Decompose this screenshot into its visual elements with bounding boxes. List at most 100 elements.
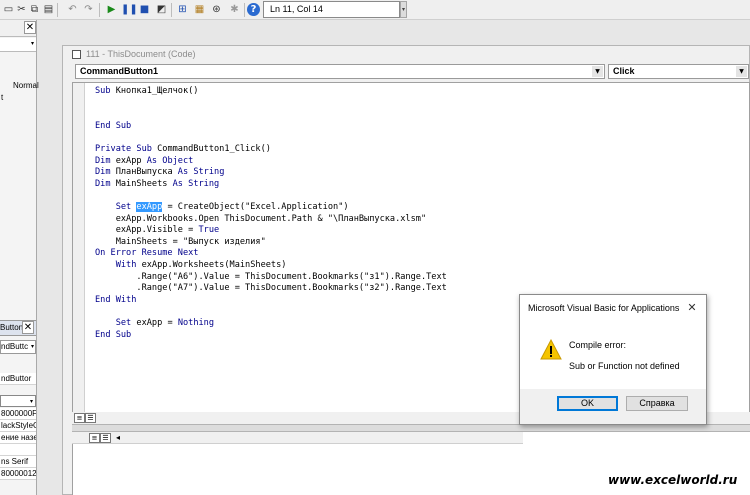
chevron-down-icon: ▾ (30, 341, 34, 353)
pause-icon[interactable]: ❚❚ (121, 3, 138, 16)
left-docked-panels: ✕ ▾ Normal t Button ✕ ndButtc ▾ ndButtor… (0, 20, 39, 495)
keyword-token: Dim (95, 167, 116, 178)
object-browser-icon[interactable]: ⊛ (210, 3, 223, 16)
keyword-token: As Object (146, 155, 194, 166)
property-row[interactable] (0, 444, 36, 456)
property-row[interactable]: 8000000F (0, 408, 36, 420)
code-token: = CreateObject("Excel.Application") (162, 202, 349, 212)
properties-object-combo[interactable]: ndButtc ▾ (0, 340, 36, 354)
ok-button[interactable]: OK (557, 396, 618, 411)
keyword-token: End Sub (95, 329, 132, 340)
keyword-token: As String (172, 178, 220, 189)
tree-item-normal[interactable]: Normal (13, 81, 48, 90)
code-line[interactable]: .Range("A7").Value = ThisDocument.Bookma… (95, 282, 447, 294)
property-row[interactable]: lackStyleC (0, 420, 36, 432)
run-icon[interactable]: ▶ (105, 3, 118, 16)
code-line[interactable]: .Range("A6").Value = ThisDocument.Bookma… (95, 271, 447, 283)
full-module-view-icon[interactable]: ☰ (85, 413, 96, 423)
code-line[interactable]: Dim exApp As Object (95, 155, 193, 167)
code-line[interactable]: End Sub (95, 329, 131, 341)
code-line[interactable]: With exApp.Worksheets(MainSheets) (95, 259, 287, 271)
undo-icon[interactable]: ↶ (66, 3, 79, 16)
margin-indicator-bar[interactable] (73, 83, 85, 418)
code-window: 111 - ThisDocument (Code) CommandButton1… (62, 45, 750, 495)
cut-icon[interactable]: ✂ (15, 3, 28, 16)
toolbox-icon[interactable]: ✱ (228, 3, 241, 16)
code-line[interactable]: exApp.Workbooks.Open ThisDocument.Path &… (95, 213, 426, 225)
code-line[interactable]: Dim MainSheets As String (95, 178, 219, 190)
chevron-down-icon: ▼ (592, 66, 603, 77)
procedure-combo-value: Click (613, 66, 635, 76)
code-line[interactable]: On Error Resume Next (95, 247, 198, 259)
selected-token: exApp (136, 202, 163, 212)
project-explorer-icon[interactable]: ⊞ (176, 3, 189, 16)
code-line[interactable]: Set exApp = CreateObject("Excel.Applicat… (95, 201, 349, 213)
keyword-token: On Error Resume Next (95, 248, 199, 259)
procedure-view-icon[interactable]: ≡ (89, 433, 100, 443)
help-button[interactable]: Справка (626, 396, 688, 411)
code-line[interactable]: Dim ПланВыпуска As String (95, 166, 224, 178)
code-window-title: 111 - ThisDocument (Code) (86, 49, 196, 59)
chevron-down-icon: ▾ (29, 398, 33, 405)
code-line[interactable]: MainSheets = "Выпуск изделия" (95, 236, 266, 248)
full-module-view-icon[interactable]: ☰ (100, 433, 111, 443)
keyword-token: With (95, 260, 142, 270)
project-panel-close-icon[interactable]: ✕ (24, 21, 36, 34)
property-row[interactable]: ns Serif (0, 456, 36, 468)
help-icon[interactable]: ? (247, 3, 260, 16)
design-mode-icon[interactable]: ◩ (155, 3, 168, 16)
code-token: .Range("A6").Value = ThisDocument.Bookma… (95, 271, 447, 282)
dialog-message-detail: Sub or Function not defined (569, 361, 680, 371)
project-panel-dropdown-icon[interactable]: ▾ (31, 40, 34, 47)
tree-item-partial[interactable]: t (1, 93, 36, 102)
redo-icon[interactable]: ↷ (82, 3, 95, 16)
keyword-token: Sub (95, 86, 116, 96)
procedure-view-icon[interactable]: ≡ (74, 413, 85, 423)
standard-toolbar: ▭ ✂ ⧉ ▤ ↶ ↷ ▶ ❚❚ ■ ◩ ⊞ ▦ ⊛ ✱ ? Ln 11, Co… (0, 0, 750, 20)
horizontal-scrollbar[interactable]: ≡ ☰ ◂ (72, 432, 523, 444)
keyword-token: End Sub (95, 120, 132, 131)
property-row[interactable]: 80000012 (0, 468, 36, 480)
scroll-left-icon[interactable]: ◂ (116, 432, 120, 444)
code-line[interactable]: End With (95, 294, 136, 306)
code-token: exApp.Worksheets(MainSheets) (141, 260, 287, 270)
keyword-token: As String (177, 167, 225, 178)
cursor-position-status: Ln 11, Col 14 (263, 1, 400, 18)
toolbar-separator (171, 3, 172, 17)
keyword-token: Private Sub (95, 144, 158, 154)
project-panel-toolbar: ▾ (0, 38, 36, 52)
code-line[interactable]: Set exApp = Nothing (95, 317, 214, 329)
code-token: exApp = (136, 318, 178, 328)
toolbar-separator (57, 3, 58, 17)
code-token: MainSheets (115, 178, 173, 189)
object-combo[interactable]: CommandButton1 ▼ (75, 64, 605, 79)
procedure-combo[interactable]: Click ▼ (608, 64, 749, 79)
property-row-dropdown[interactable]: ▾ (0, 395, 36, 407)
properties-panel-close-icon[interactable]: ✕ (22, 321, 34, 334)
paste-icon[interactable]: ▤ (42, 3, 55, 16)
code-token: exApp.Visible = (95, 225, 199, 236)
code-token: .Range("A7").Value = ThisDocument.Bookma… (95, 283, 447, 294)
toolbar-overflow-chevron-icon[interactable]: ▾ (400, 1, 407, 18)
keyword-token: True (198, 225, 220, 236)
code-line[interactable]: exApp.Visible = True (95, 224, 220, 236)
close-icon[interactable]: ✕ (686, 302, 698, 314)
toolbar-separator (244, 3, 245, 17)
property-row[interactable]: ение назе (0, 432, 36, 444)
save-icon[interactable]: ▭ (2, 3, 15, 16)
object-combo-value: CommandButton1 (80, 66, 158, 76)
dialog-footer: OK Справка (520, 389, 706, 424)
keyword-token: Nothing (177, 318, 215, 328)
window-splitter[interactable] (72, 424, 750, 432)
keyword-token: Set (95, 318, 137, 328)
copy-icon[interactable]: ⧉ (28, 3, 41, 16)
reset-icon[interactable]: ■ (138, 3, 151, 16)
compile-error-dialog: Microsoft Visual Basic for Applications … (519, 294, 707, 425)
code-line[interactable]: Sub Кнопка1_Щелчок() (95, 85, 199, 97)
properties-icon[interactable]: ▦ (193, 3, 206, 16)
code-token: MainSheets = "Выпуск изделия" (95, 236, 266, 247)
code-line[interactable]: Private Sub CommandButton1_Click() (95, 143, 271, 155)
keyword-token: Dim (95, 178, 116, 189)
property-row[interactable]: ndButtor (0, 373, 36, 385)
code-line[interactable]: End Sub (95, 120, 131, 132)
